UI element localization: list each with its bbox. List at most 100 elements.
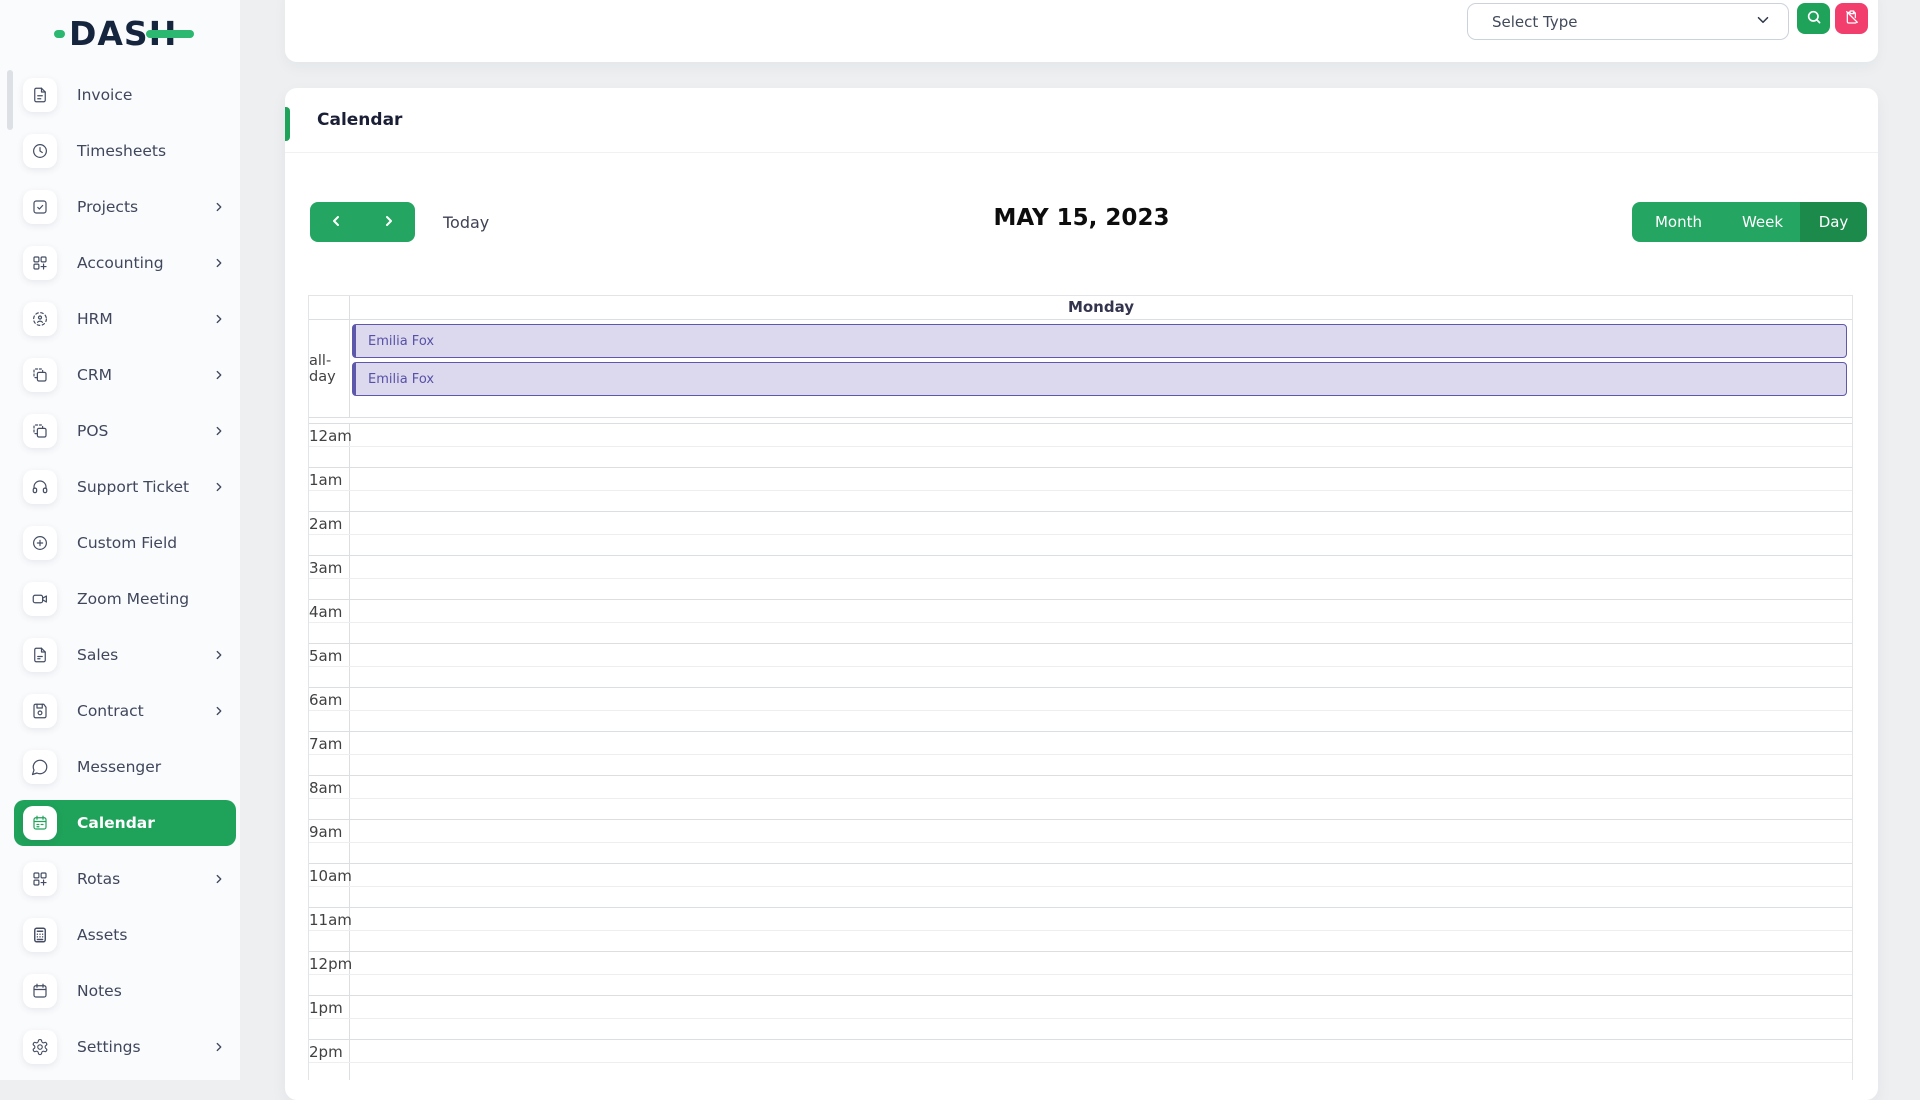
type-select[interactable]: Select Type [1467, 3, 1789, 40]
view-switcher: MonthWeekDay [1632, 202, 1867, 242]
sidebar-item-hrm[interactable]: HRM [14, 296, 236, 342]
hour-row-12pm: 12pm [309, 952, 1852, 996]
hour-cell[interactable] [349, 820, 1852, 863]
sidebar-item-notes[interactable]: Notes [14, 968, 236, 1014]
sidebar-item-label: Rotas [77, 870, 212, 888]
chevron-right-icon [212, 648, 226, 662]
chevron-right-icon [212, 1040, 226, 1054]
sidebar-item-label: HRM [77, 310, 212, 328]
sidebar-item-sales[interactable]: Sales [14, 632, 236, 678]
all-day-label: all-day [309, 320, 349, 417]
hour-row-1am: 1am [309, 468, 1852, 512]
hour-label: 2pm [309, 1040, 349, 1080]
hour-cell[interactable] [349, 732, 1852, 775]
sidebar-item-contract[interactable]: Contract [14, 688, 236, 734]
hour-row-3am: 3am [309, 556, 1852, 600]
hour-label: 1am [309, 468, 349, 511]
hour-cell[interactable] [349, 1040, 1852, 1080]
hour-cell[interactable] [349, 644, 1852, 687]
all-day-events-cell[interactable]: Emilia Fox Emilia Fox [349, 320, 1852, 417]
type-select-value: Select Type [1492, 13, 1578, 31]
calendar-icon [23, 806, 57, 840]
hour-row-6am: 6am [309, 688, 1852, 732]
sidebar-item-label: Support Ticket [77, 478, 212, 496]
hour-cell[interactable] [349, 776, 1852, 819]
hour-label: 10am [309, 864, 349, 907]
hour-cell[interactable] [349, 600, 1852, 643]
grid-plus-icon [23, 862, 57, 896]
sidebar-item-label: Assets [77, 926, 228, 944]
all-day-row: all-day Emilia Fox Emilia Fox [309, 320, 1852, 417]
reset-filter-button[interactable] [1835, 3, 1868, 34]
sidebar-menu: Invoice Timesheets Projects Accounting HRM CR… [0, 72, 240, 1080]
topbar: Select Type [285, 0, 1878, 62]
sidebar-item-label: Messenger [77, 758, 228, 776]
sidebar-item-label: Projects [77, 198, 212, 216]
hour-row-2pm: 2pm [309, 1040, 1852, 1080]
hour-row-12am: 12am [309, 424, 1852, 468]
hour-cell[interactable] [349, 952, 1852, 995]
view-button-month[interactable]: Month [1632, 202, 1725, 242]
sidebar-item-settings[interactable]: Settings [14, 1024, 236, 1070]
view-button-week[interactable]: Week [1725, 202, 1800, 242]
hour-row-10am: 10am [309, 864, 1852, 908]
sidebar-item-crm[interactable]: CRM [14, 352, 236, 398]
sidebar-item-label: POS [77, 422, 212, 440]
sidebar-item-label: Notes [77, 982, 228, 1000]
sidebar-item-label: Contract [77, 702, 212, 720]
all-day-event[interactable]: Emilia Fox [352, 362, 1847, 396]
hour-cell[interactable] [349, 556, 1852, 599]
brand-logo[interactable]: DASH [54, 14, 194, 54]
sidebar-item-pos[interactable]: POS [14, 408, 236, 454]
hour-cell[interactable] [349, 688, 1852, 731]
hour-label: 12pm [309, 952, 349, 995]
logo-accent-bar-icon [146, 30, 194, 38]
sidebar-item-invoice[interactable]: Invoice [14, 72, 236, 118]
sidebar-item-custom-field[interactable]: Custom Field [14, 520, 236, 566]
chevron-right-icon [212, 480, 226, 494]
sales-file-icon [23, 638, 57, 672]
hour-cell[interactable] [349, 996, 1852, 1039]
sidebar-item-support-ticket[interactable]: Support Ticket [14, 464, 236, 510]
all-day-event[interactable]: Emilia Fox [352, 324, 1847, 358]
hour-cell[interactable] [349, 468, 1852, 511]
gear-icon [23, 1030, 57, 1064]
hour-cell[interactable] [349, 864, 1852, 907]
sidebar-item-accounting[interactable]: Accounting [14, 240, 236, 286]
sidebar-item-label: Calendar [77, 814, 228, 832]
chevron-right-icon [212, 872, 226, 886]
sidebar-item-label: Settings [77, 1038, 212, 1056]
sidebar-item-label: CRM [77, 366, 212, 384]
chevron-right-icon [212, 368, 226, 382]
sidebar-item-projects[interactable]: Projects [14, 184, 236, 230]
hour-label: 2am [309, 512, 349, 555]
calendar-card: Calendar Today MAY 15, 20 [285, 88, 1878, 1100]
hour-label: 9am [309, 820, 349, 863]
day-grid: Monday all-day Emilia FoxEmilia Fox 12am… [308, 295, 1853, 1080]
chat-bubble-icon [23, 750, 57, 784]
view-button-day[interactable]: Day [1800, 202, 1867, 242]
sidebar-item-messenger[interactable]: Messenger [14, 744, 236, 790]
hour-cell[interactable] [349, 424, 1852, 467]
sidebar-item-timesheets[interactable]: Timesheets [14, 128, 236, 174]
chevron-right-icon [212, 200, 226, 214]
sidebar-item-label: Timesheets [77, 142, 228, 160]
axis-header-cell [309, 296, 349, 319]
hour-row-7am: 7am [309, 732, 1852, 776]
hour-label: 3am [309, 556, 349, 599]
page-title: Calendar [317, 110, 402, 130]
clipboard-off-icon [1844, 9, 1860, 28]
sidebar-item-rotas[interactable]: Rotas [14, 856, 236, 902]
search-button[interactable] [1797, 3, 1830, 34]
chevron-right-icon [212, 312, 226, 326]
sidebar-item-label: Accounting [77, 254, 212, 272]
sidebar-item-calendar[interactable]: Calendar [14, 800, 236, 846]
hour-cell[interactable] [349, 908, 1852, 951]
sidebar-item-assets[interactable]: Assets [14, 912, 236, 958]
sidebar-item-zoom-meeting[interactable]: Zoom Meeting [14, 576, 236, 622]
circle-plus-icon [23, 526, 57, 560]
headset-icon [23, 470, 57, 504]
hour-row-11am: 11am [309, 908, 1852, 952]
hour-row-4am: 4am [309, 600, 1852, 644]
hour-cell[interactable] [349, 512, 1852, 555]
